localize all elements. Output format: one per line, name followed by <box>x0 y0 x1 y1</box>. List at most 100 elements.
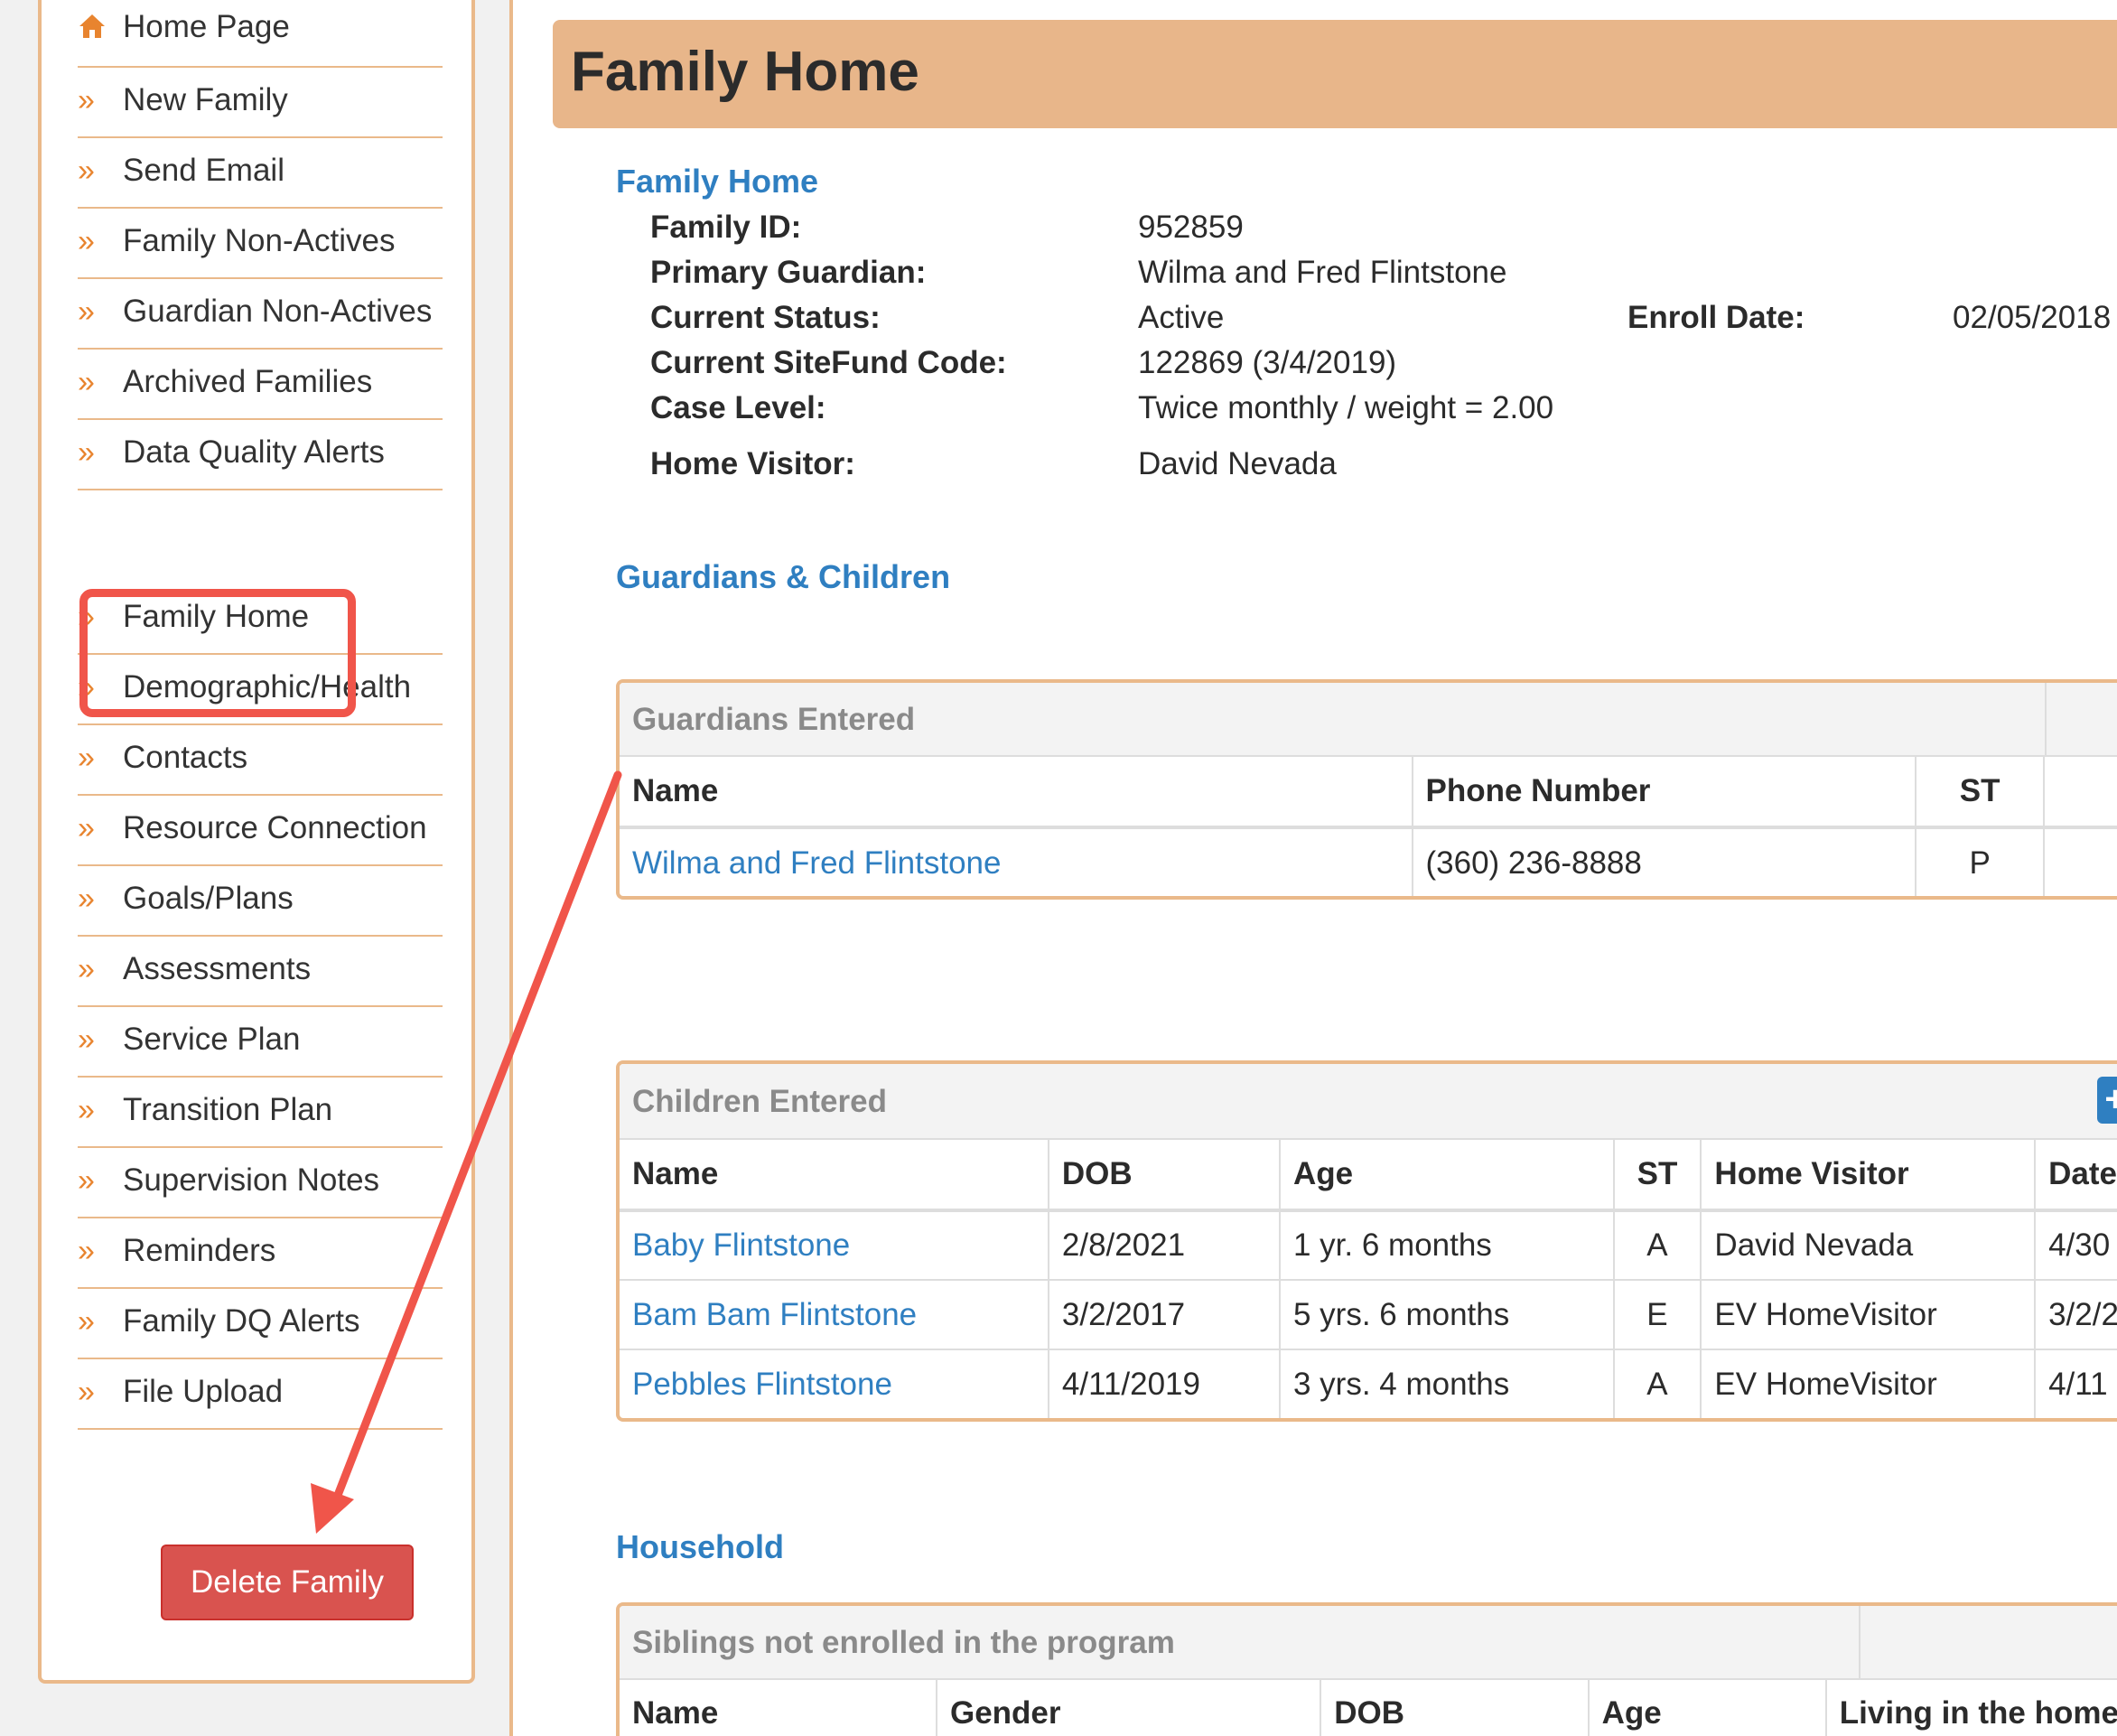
sidebar-item-reminders[interactable]: » Reminders <box>78 1218 443 1289</box>
sidebar-item-label: Family Non-Actives <box>123 223 396 258</box>
chevron-right-icon: » <box>78 1022 95 1057</box>
chevron-right-icon: » <box>78 365 95 399</box>
sidebar-item-label: Contacts <box>123 740 248 775</box>
column-header-st: ST <box>1613 1140 1702 1212</box>
column-header-age: Age <box>1588 1680 1827 1736</box>
guardians-table: Name Phone Number ST Wilma and Fred Flin… <box>620 757 2117 896</box>
child-name-link[interactable]: Bam Bam Flintstone <box>620 1280 1049 1350</box>
sidebar-item-label: Send Email <box>123 153 284 188</box>
family-home-section-title[interactable]: Family Home <box>616 163 818 201</box>
sidebar-item-label: Data Quality Alerts <box>123 434 385 470</box>
sidebar-item-resource-connection[interactable]: » Resource Connection <box>78 796 443 866</box>
child-date: 3/2/2 <box>2035 1280 2117 1350</box>
column-header-name: Name <box>620 757 1413 829</box>
column-header-gender: Gender <box>936 1680 1322 1736</box>
guardians-panel: Guardians Entered Name Phone Number ST W… <box>616 679 2117 900</box>
sitefund-label: Current SiteFund Code: <box>650 345 1007 380</box>
sidebar-item-label: Transition Plan <box>123 1092 333 1127</box>
sidebar: Home Page » New Family » Send Email » Fa… <box>38 0 475 1684</box>
chevron-right-icon: » <box>78 952 95 986</box>
sidebar-item-label: Resource Connection <box>123 810 427 845</box>
sidebar-item-new-family[interactable]: » New Family <box>78 68 443 138</box>
column-header-phone: Phone Number <box>1412 757 1917 829</box>
sidebar-item-file-upload[interactable]: » File Upload <box>78 1359 443 1430</box>
guardian-phone: (360) 236-8888 <box>1412 827 1917 896</box>
siblings-panel: Siblings not enrolled in the program Nam… <box>616 1602 2117 1736</box>
child-dob: 3/2/2017 <box>1048 1280 1281 1350</box>
chevron-right-icon: » <box>78 83 95 117</box>
page-header: Family Home <box>553 20 2117 128</box>
page-title: Family Home <box>571 41 919 103</box>
sidebar-item-label: Guardian Non-Actives <box>123 294 433 329</box>
sidebar-item-data-quality-alerts[interactable]: » Data Quality Alerts <box>78 420 443 490</box>
child-dob: 2/8/2021 <box>1048 1210 1281 1281</box>
table-row: Pebbles Flintstone 4/11/2019 3 yrs. 4 mo… <box>620 1349 2117 1418</box>
chevron-right-icon: » <box>78 435 95 470</box>
guardian-name-link[interactable]: Wilma and Fred Flintstone <box>620 827 1413 896</box>
sidebar-item-goals-plans[interactable]: » Goals/Plans <box>78 866 443 937</box>
sitefund-value: 122869 (3/4/2019) <box>1138 345 1397 380</box>
guardians-children-section-title[interactable]: Guardians & Children <box>616 558 950 596</box>
sidebar-item-label: Assessments <box>123 951 312 986</box>
column-header-name: Name <box>620 1680 937 1736</box>
sidebar-item-send-email[interactable]: » Send Email <box>78 138 443 209</box>
home-visitor-label: Home Visitor: <box>650 446 855 481</box>
column-header-extra <box>2044 757 2117 829</box>
case-level-value: Twice monthly / weight = 2.00 <box>1138 390 1554 425</box>
column-header-home-visitor: Home Visitor <box>1701 1140 2037 1212</box>
child-home-visitor: EV HomeVisitor <box>1701 1349 2037 1418</box>
column-header-st: ST <box>1916 757 2046 829</box>
sidebar-item-assessments[interactable]: » Assessments <box>78 937 443 1007</box>
sidebar-item-home-page[interactable]: Home Page <box>78 0 443 68</box>
sidebar-item-label: Family DQ Alerts <box>123 1303 360 1339</box>
family-id-value: 952859 <box>1138 210 1244 245</box>
child-age: 1 yr. 6 months <box>1279 1210 1615 1281</box>
panel-head-divider <box>1859 1606 1861 1680</box>
enroll-date-label: Enroll Date: <box>1627 300 1805 335</box>
child-name-link[interactable]: Baby Flintstone <box>620 1210 1049 1281</box>
current-status-label: Current Status: <box>650 300 881 335</box>
add-child-button[interactable]: + <box>2097 1077 2117 1124</box>
sidebar-item-archived-families[interactable]: » Archived Families <box>78 350 443 420</box>
chevron-right-icon: » <box>78 1375 95 1409</box>
column-header-living-in-home: Living in the home <box>1825 1680 2117 1736</box>
primary-guardian-label: Primary Guardian: <box>650 255 927 290</box>
sidebar-item-guardian-non-actives[interactable]: » Guardian Non-Actives <box>78 279 443 350</box>
child-dob: 4/11/2019 <box>1048 1349 1281 1418</box>
home-icon <box>78 4 123 53</box>
child-age: 3 yrs. 4 months <box>1279 1349 1615 1418</box>
sidebar-item-label: Service Plan <box>123 1022 301 1057</box>
household-section-title[interactable]: Household <box>616 1528 784 1566</box>
chevron-right-icon: » <box>78 1304 95 1339</box>
case-level-label: Case Level: <box>650 390 826 425</box>
annotation-highlight-box <box>79 589 356 717</box>
delete-family-button[interactable]: Delete Family <box>161 1545 414 1620</box>
sidebar-item-label: Reminders <box>123 1233 276 1268</box>
sidebar-item-family-non-actives[interactable]: » Family Non-Actives <box>78 209 443 279</box>
children-table: Name DOB Age ST Home Visitor Date Baby F… <box>620 1140 2117 1418</box>
table-row: Baby Flintstone 2/8/2021 1 yr. 6 months … <box>620 1210 2117 1281</box>
siblings-table: Name Gender DOB Age Living in the home <box>620 1680 2117 1736</box>
child-name-link[interactable]: Pebbles Flintstone <box>620 1349 1049 1418</box>
column-header-dob: DOB <box>1048 1140 1281 1212</box>
chevron-right-icon: » <box>78 224 95 258</box>
table-row: Bam Bam Flintstone 3/2/2017 5 yrs. 6 mon… <box>620 1280 2117 1350</box>
siblings-panel-title-text: Siblings not enrolled in the program <box>632 1625 1175 1660</box>
sidebar-item-contacts[interactable]: » Contacts <box>78 725 443 796</box>
panel-head-divider <box>2045 683 2047 757</box>
sidebar-item-service-plan[interactable]: » Service Plan <box>78 1007 443 1078</box>
child-st: A <box>1613 1210 1702 1281</box>
guardian-extra <box>2044 827 2117 896</box>
sidebar-item-label: File Upload <box>123 1374 284 1409</box>
chevron-right-icon: » <box>78 882 95 916</box>
child-st: E <box>1613 1280 1702 1350</box>
sidebar-item-transition-plan[interactable]: » Transition Plan <box>78 1078 443 1148</box>
sidebar-item-family-dq-alerts[interactable]: » Family DQ Alerts <box>78 1289 443 1359</box>
child-home-visitor: David Nevada <box>1701 1210 2037 1281</box>
guardians-panel-title-text: Guardians Entered <box>632 702 916 737</box>
children-panel: Children Entered + Name DOB Age ST Home … <box>616 1060 2117 1422</box>
sidebar-item-supervision-notes[interactable]: » Supervision Notes <box>78 1148 443 1218</box>
chevron-right-icon: » <box>78 811 95 845</box>
current-status-value: Active <box>1138 300 1225 335</box>
column-header-dob: DOB <box>1320 1680 1590 1736</box>
